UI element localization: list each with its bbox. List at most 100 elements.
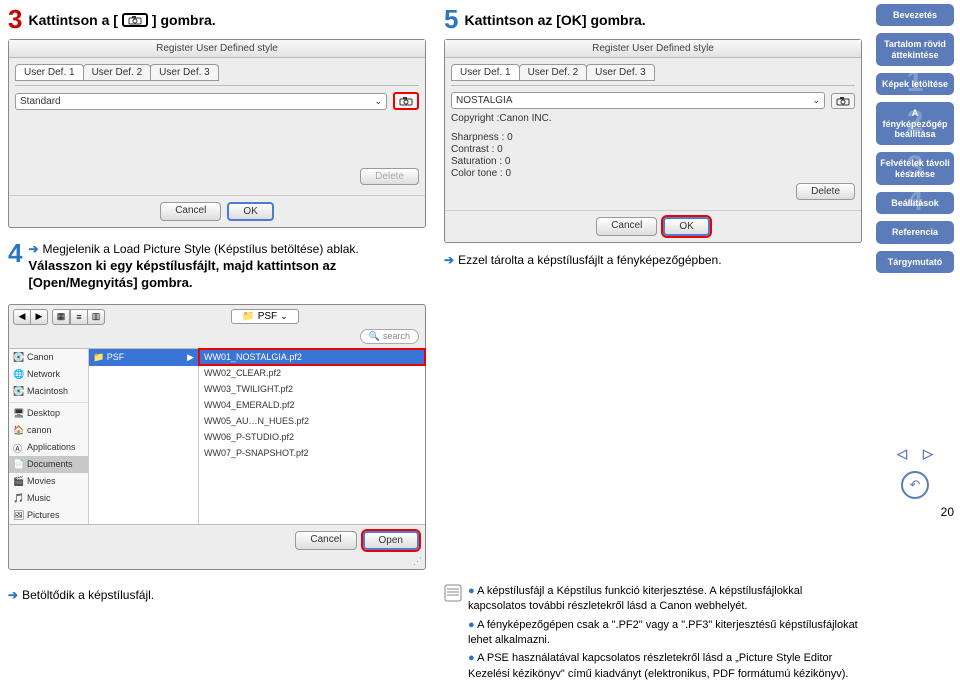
picker-open-button[interactable]: Open <box>363 531 419 550</box>
right-nav: Bevezetés Tartalom rövid áttekintése 1Ké… <box>870 0 960 689</box>
resize-handle[interactable]: ⋰ <box>9 556 425 569</box>
page-prev-button[interactable]: ◁ <box>891 443 913 465</box>
search-field[interactable]: 🔍 search <box>360 329 419 344</box>
dialog-title: Register User Defined style <box>9 40 425 58</box>
delete-button[interactable]: Delete <box>796 183 855 200</box>
info-icon <box>444 584 462 602</box>
nav-reference[interactable]: Referencia <box>876 221 954 243</box>
tab-userdef-2[interactable]: User Def. 2 <box>519 64 588 81</box>
folder-icon: 📁 <box>242 311 254 322</box>
sidebar-desktop[interactable]: 🖥Desktop <box>9 405 88 422</box>
style-dropdown[interactable]: Standard⌄ <box>15 93 387 110</box>
step-3-text: Kattintson a [ ] gombra. <box>28 12 215 28</box>
folder-icon: 📁 <box>93 352 104 362</box>
value-line: Sharpness : 0 <box>451 132 855 143</box>
note-item: A képstílusfájl a Képstílus funkció kite… <box>468 584 862 615</box>
search-icon: 🔍 <box>369 331 380 342</box>
step-4-number: 4 <box>8 238 22 269</box>
nav-index[interactable]: Tárgymutató <box>876 251 954 273</box>
sidebar-applications[interactable]: ⒶApplications <box>9 439 88 456</box>
view-list-button[interactable]: ≡ <box>70 309 88 325</box>
nav-back-button[interactable]: ◀ <box>13 309 31 325</box>
file-item[interactable]: WW05_AU…N_HUES.pf2 <box>199 413 425 429</box>
value-line: Color tone : 0 <box>451 168 855 179</box>
nav-chapter-3[interactable]: 3Felvételek távoli készítése <box>876 152 954 185</box>
desktop-icon: 🖥 <box>13 408 24 419</box>
sidebar-device[interactable]: 💽Canon <box>9 349 88 366</box>
file-sidebar: 💽Canon 🌐Network 💽Macintosh 🖥Desktop 🏠can… <box>9 349 89 524</box>
view-columns-button[interactable]: ▥ <box>87 309 105 325</box>
arrow-icon: ➔ <box>8 588 18 602</box>
drive-icon: 💽 <box>13 352 24 363</box>
cancel-button[interactable]: Cancel <box>596 217 657 236</box>
dialog-register-style-2: Register User Defined style User Def. 1 … <box>444 39 862 243</box>
page-next-button[interactable]: ▷ <box>917 443 939 465</box>
value-line: Contrast : 0 <box>451 144 855 155</box>
movies-icon: 🎬 <box>13 476 24 487</box>
nav-chapter-1[interactable]: 1Képek letöltése <box>876 73 954 95</box>
note-item: A fényképezőgépen csak a ".PF2" vagy a "… <box>468 618 862 649</box>
file-picker-dialog: ◀ ▶ ▦ ≡ ▥ 📁 PSF ⌄ <box>8 304 426 570</box>
style-dropdown[interactable]: NOSTALGIA⌄ <box>451 92 825 109</box>
file-item[interactable]: WW03_TWILIGHT.pf2 <box>199 381 425 397</box>
value-line: Saturation : 0 <box>451 156 855 167</box>
dialog-title: Register User Defined style <box>445 40 861 58</box>
step-5-note: Ezzel tárolta a képstílusfájlt a fénykép… <box>458 253 722 267</box>
tab-userdef-1[interactable]: User Def. 1 <box>451 64 520 81</box>
step-3-number: 3 <box>8 4 22 35</box>
delete-button[interactable]: Delete <box>360 168 419 185</box>
nav-forward-button[interactable]: ▶ <box>30 309 48 325</box>
file-item[interactable]: WW06_P-STUDIO.pf2 <box>199 429 425 445</box>
sidebar-home[interactable]: 🏠canon <box>9 422 88 439</box>
file-item[interactable]: WW02_CLEAR.pf2 <box>199 365 425 381</box>
tab-userdef-3[interactable]: User Def. 3 <box>150 64 219 81</box>
nav-chapter-2[interactable]: 2A fényképezőgép beállítása <box>876 102 954 145</box>
network-icon: 🌐 <box>13 369 24 380</box>
step-4-instruction: Válasszon ki egy képstílusfájlt, majd ka… <box>28 258 426 292</box>
ok-button[interactable]: OK <box>227 202 273 221</box>
sidebar-pictures[interactable]: 🖼Pictures <box>9 507 88 524</box>
step-4-note: Megjelenik a Load Picture Style (Képstíl… <box>43 242 359 256</box>
music-icon: 🎵 <box>13 493 24 504</box>
pictures-icon: 🖼 <box>13 510 24 521</box>
path-dropdown[interactable]: 📁 PSF ⌄ <box>231 309 298 324</box>
cancel-button[interactable]: Cancel <box>160 202 221 221</box>
arrow-icon: ➔ <box>28 242 38 256</box>
file-item[interactable]: WW01_NOSTALGIA.pf2 <box>199 349 425 365</box>
home-icon: 🏠 <box>13 425 24 436</box>
dialog-register-style-1: Register User Defined style User Def. 1 … <box>8 39 426 228</box>
nav-intro[interactable]: Bevezetés <box>876 4 954 26</box>
sidebar-macintosh[interactable]: 💽Macintosh <box>9 383 88 400</box>
return-button[interactable]: ↶ <box>901 471 929 499</box>
arrow-icon: ➔ <box>444 253 454 267</box>
drive-icon: 💽 <box>13 386 24 397</box>
view-icons-button[interactable]: ▦ <box>52 309 70 325</box>
step-5-number: 5 <box>444 4 458 35</box>
nav-overview[interactable]: Tartalom rövid áttekintése <box>876 33 954 66</box>
camera-load-button[interactable] <box>393 92 419 110</box>
camera-icon <box>122 13 148 27</box>
step-4b-note: Betöltődik a képstílusfájl. <box>22 588 154 602</box>
tab-userdef-3[interactable]: User Def. 3 <box>586 64 655 81</box>
ok-button[interactable]: OK <box>663 217 709 236</box>
camera-load-button[interactable] <box>831 93 855 109</box>
step-5-text: Kattintson az [OK] gombra. <box>464 12 645 28</box>
tab-userdef-2[interactable]: User Def. 2 <box>83 64 152 81</box>
tab-userdef-1[interactable]: User Def. 1 <box>15 64 84 81</box>
notes-block: A képstílusfájl a Képstílus funkció kite… <box>468 584 862 685</box>
sidebar-movies[interactable]: 🎬Movies <box>9 473 88 490</box>
file-item[interactable]: WW07_P-SNAPSHOT.pf2 <box>199 445 425 461</box>
sidebar-documents[interactable]: 📄Documents <box>9 456 88 473</box>
file-middle-column: 📁 PSF▶ <box>89 349 199 524</box>
picker-cancel-button[interactable]: Cancel <box>295 531 356 550</box>
tab-strip: User Def. 1 User Def. 2 User Def. 3 <box>15 64 419 81</box>
sidebar-music[interactable]: 🎵Music <box>9 490 88 507</box>
copyright-text: Copyright :Canon INC. <box>451 113 855 124</box>
nav-chapter-4[interactable]: 4Beállítások <box>876 192 954 214</box>
apps-icon: Ⓐ <box>13 442 24 453</box>
folder-item[interactable]: 📁 PSF▶ <box>89 349 198 366</box>
file-item[interactable]: WW04_EMERALD.pf2 <box>199 397 425 413</box>
docs-icon: 📄 <box>13 459 24 470</box>
note-item: A PSE használatával kapcsolatos részlete… <box>468 651 862 682</box>
sidebar-network[interactable]: 🌐Network <box>9 366 88 383</box>
